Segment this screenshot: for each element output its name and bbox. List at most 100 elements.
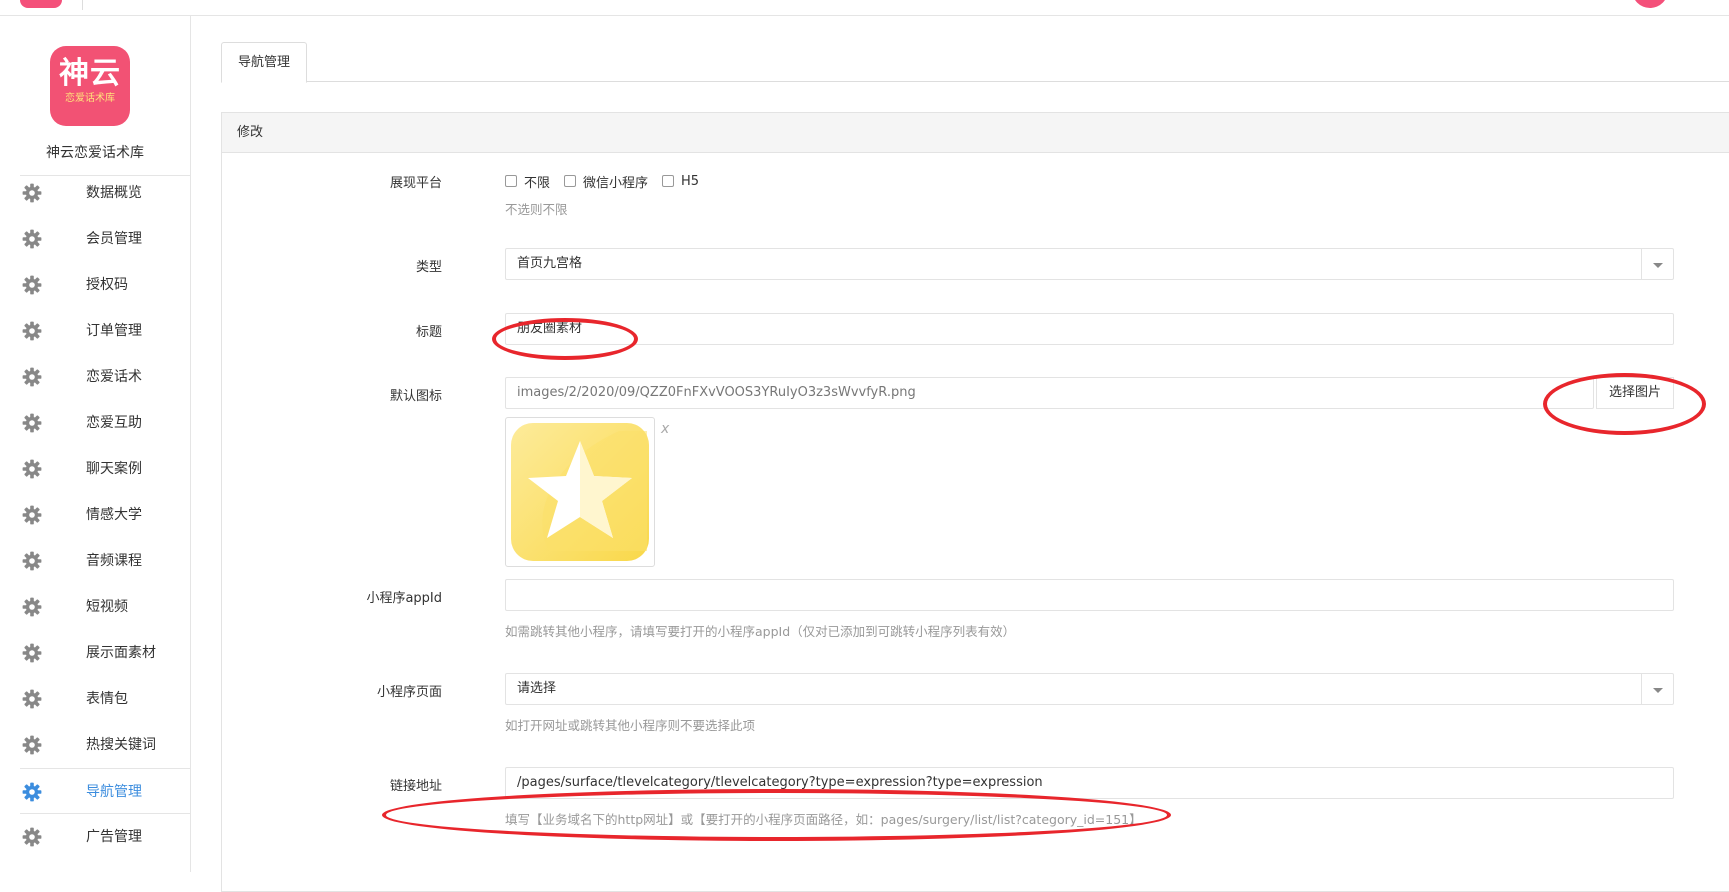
sidebar-item-label: 表情包 <box>86 691 128 707</box>
top-bar <box>0 0 1729 16</box>
title-input[interactable]: 朋友圈素材 <box>505 313 1674 345</box>
icon-label: 默认图标 <box>389 389 442 404</box>
sidebar-item-label: 展示面素材 <box>86 645 156 661</box>
main-content: 导航管理 修改 展现平台 不限 微信小程序 H5 不选则不限 类型 首页九宫格 <box>192 16 1729 892</box>
sidebar-item[interactable]: 恋爱话术 <box>20 354 190 400</box>
sidebar-item-label: 会员管理 <box>86 231 142 247</box>
sidebar-item[interactable]: 聊天案例 <box>20 446 190 492</box>
sidebar-item[interactable]: 广告管理 <box>20 814 190 860</box>
panel-title: 修改 <box>222 113 1729 153</box>
title-label: 标题 <box>415 325 442 340</box>
page-help: 如打开网址或跳转其他小程序则不要选择此项 <box>505 718 756 733</box>
appid-label: 小程序appId <box>366 591 442 606</box>
platform-option-wechat[interactable]: 微信小程序 <box>564 172 648 191</box>
page-field: 请选择 如打开网址或跳转其他小程序则不要选择此项 <box>505 673 1674 734</box>
checkbox-icon[interactable] <box>662 175 675 187</box>
gear-icon <box>22 275 42 295</box>
choose-image-button[interactable]: 选择图片 <box>1595 377 1674 409</box>
star-icon <box>511 423 649 561</box>
link-label: 链接地址 <box>389 779 442 794</box>
app-icon[interactable] <box>20 0 62 8</box>
sidebar-item[interactable]: 订单管理 <box>20 308 190 354</box>
page-label: 小程序页面 <box>376 685 442 700</box>
sidebar-item[interactable]: 恋爱互助 <box>20 400 190 446</box>
link-input[interactable]: /pages/surface/tlevelcategory/tlevelcate… <box>505 767 1674 799</box>
gear-icon <box>22 367 42 387</box>
icon-field: images/2/2020/09/QZZ0FnFXvVOOS3YRuIyO3z3… <box>505 377 1674 577</box>
appid-input[interactable] <box>505 579 1674 611</box>
sidebar-item-label: 导航管理 <box>86 784 142 800</box>
checkbox-label: H5 <box>681 173 700 189</box>
chevron-down-icon[interactable] <box>1641 249 1673 279</box>
link-field: /pages/surface/tlevelcategory/tlevelcate… <box>505 767 1674 828</box>
checkbox-label: 不限 <box>524 175 551 191</box>
gear-icon <box>22 183 42 203</box>
platform-field: 不限 微信小程序 H5 不选则不限 <box>505 171 1674 218</box>
sidebar-item[interactable]: 授权码 <box>20 262 190 308</box>
icon-path-input[interactable]: images/2/2020/09/QZZ0FnFXvVOOS3YRuIyO3z3… <box>505 377 1594 409</box>
sidebar-item[interactable]: 短视频 <box>20 584 190 630</box>
checkbox-icon[interactable] <box>564 175 577 187</box>
remove-image-icon[interactable]: x <box>661 421 669 437</box>
sidebar-item-label: 数据概览 <box>86 185 142 201</box>
sidebar-item-label: 恋爱话术 <box>86 369 142 385</box>
platform-label: 展现平台 <box>389 176 442 191</box>
sidebar-item-label: 情感大学 <box>86 507 142 523</box>
type-select-value: 首页九宫格 <box>517 256 583 271</box>
link-help: 填写【业务域名下的http网址】或【要打开的小程序页面路径，如：pages/su… <box>505 812 1142 827</box>
topbar-divider <box>82 0 83 10</box>
tab-bar: 导航管理 <box>221 42 1729 83</box>
gear-icon <box>22 229 42 249</box>
title-field: 朋友圈素材 <box>505 313 1674 345</box>
sidebar-item[interactable]: 会员管理 <box>20 216 190 262</box>
edit-panel: 修改 展现平台 不限 微信小程序 H5 不选则不限 类型 首页九宫格 标题 朋友… <box>221 112 1729 892</box>
page-select[interactable]: 请选择 <box>505 673 1674 705</box>
type-select[interactable]: 首页九宫格 <box>505 248 1674 280</box>
platform-option-h5[interactable]: H5 <box>662 174 699 189</box>
sidebar-item-label: 聊天案例 <box>86 461 142 477</box>
sidebar: 神云 恋爱话术库 神云恋爱话术库 数据概览会员管理授权码订单管理恋爱话术恋爱互助… <box>0 16 191 872</box>
gear-icon <box>22 782 42 802</box>
logo-text: 神云 <box>59 56 121 91</box>
sidebar-item[interactable]: 热搜关键词 <box>20 722 190 768</box>
chevron-down-icon[interactable] <box>1641 674 1673 704</box>
sidebar-item-label: 短视频 <box>86 599 128 615</box>
sidebar-item-label: 广告管理 <box>86 829 142 845</box>
platform-help: 不选则不限 <box>505 202 568 217</box>
gear-icon <box>22 321 42 341</box>
sidebar-item[interactable]: 数据概览 <box>20 170 190 216</box>
checkbox-label: 微信小程序 <box>583 175 649 191</box>
sidebar-item-label: 授权码 <box>86 277 128 293</box>
sidebar-item-label: 热搜关键词 <box>86 737 156 753</box>
sidebar-item[interactable]: 表情包 <box>20 676 190 722</box>
sidebar-nav: 数据概览会员管理授权码订单管理恋爱话术恋爱互助聊天案例情感大学音频课程短视频展示… <box>0 170 190 872</box>
type-label: 类型 <box>415 260 442 275</box>
gear-icon <box>22 827 42 847</box>
gear-icon <box>22 597 42 617</box>
gear-icon <box>22 413 42 433</box>
tab-nav-manage[interactable]: 导航管理 <box>221 42 308 83</box>
appid-help: 如需跳转其他小程序，请填写要打开的小程序appId（仅对已添加到可跳转小程序列表… <box>505 624 1016 639</box>
sidebar-item[interactable]: 展示面素材 <box>20 630 190 676</box>
sidebar-item-label: 订单管理 <box>86 323 142 339</box>
gear-icon <box>22 459 42 479</box>
gear-icon <box>22 735 42 755</box>
page-select-value: 请选择 <box>517 681 557 696</box>
icon-preview <box>505 417 655 567</box>
sidebar-item[interactable]: 情感大学 <box>20 492 190 538</box>
brand-name: 神云恋爱话术库 <box>46 145 144 161</box>
platform-option-any[interactable]: 不限 <box>505 172 550 191</box>
sidebar-item[interactable]: 导航管理 <box>20 768 190 814</box>
avatar[interactable] <box>1632 0 1668 8</box>
gear-icon <box>22 643 42 663</box>
appid-field: 如需跳转其他小程序，请填写要打开的小程序appId（仅对已添加到可跳转小程序列表… <box>505 579 1674 640</box>
gear-icon <box>22 689 42 709</box>
brand: 神云 恋爱话术库 神云恋爱话术库 <box>20 16 190 176</box>
gear-icon <box>22 505 42 525</box>
logo: 神云 恋爱话术库 <box>50 46 130 126</box>
sidebar-item[interactable]: 音频课程 <box>20 538 190 584</box>
type-field: 首页九宫格 <box>505 248 1674 280</box>
checkbox-icon[interactable] <box>505 175 517 187</box>
sidebar-item[interactable]: 投诉建议 <box>20 860 190 872</box>
sidebar-item-label: 恋爱互助 <box>86 415 142 431</box>
